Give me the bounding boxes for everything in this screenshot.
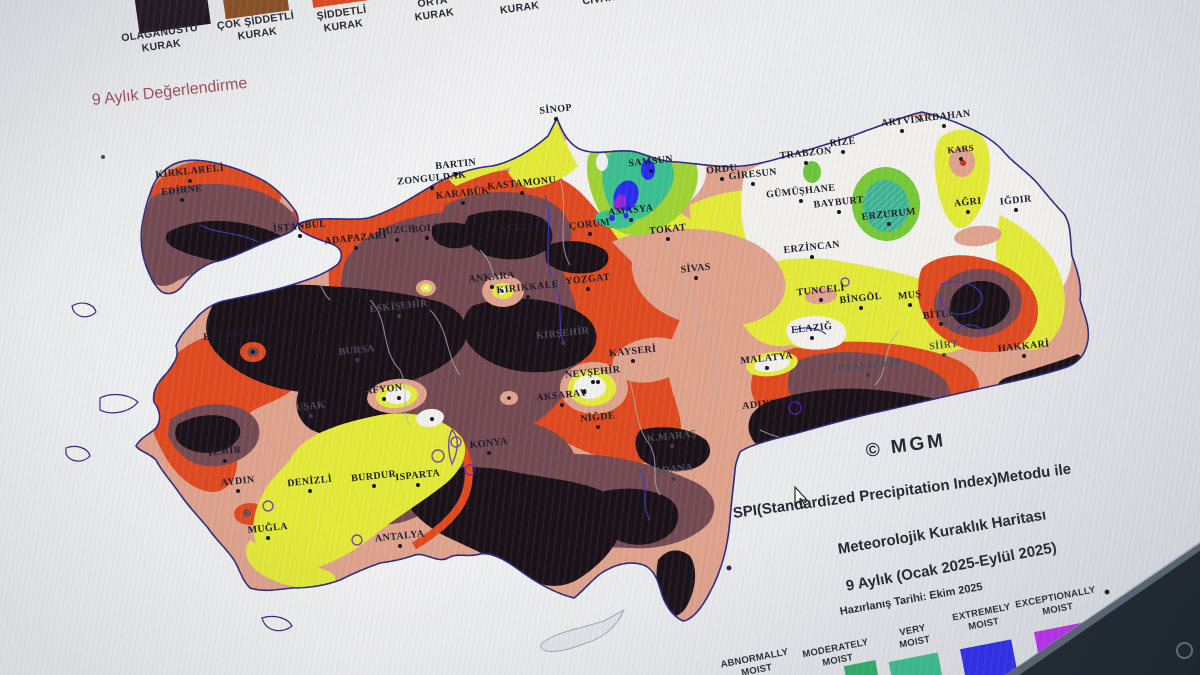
legend-label: KURAK bbox=[499, 0, 540, 17]
city-dot bbox=[308, 489, 312, 493]
city-dot bbox=[561, 341, 565, 345]
city-dot bbox=[425, 236, 429, 240]
city-dot bbox=[1022, 354, 1026, 358]
city-dot bbox=[966, 210, 970, 214]
city-dot bbox=[959, 157, 963, 161]
city-dot bbox=[188, 179, 192, 183]
city-dot bbox=[520, 191, 524, 195]
city-dot bbox=[560, 403, 564, 407]
city-dot bbox=[490, 285, 494, 289]
city-dot bbox=[397, 314, 401, 318]
city-dot bbox=[514, 236, 518, 240]
city-dot bbox=[554, 117, 558, 121]
city-dot bbox=[799, 199, 803, 203]
city-dot bbox=[810, 255, 814, 259]
city-dot bbox=[939, 322, 943, 326]
stray-dot bbox=[1105, 590, 1110, 595]
city-dot bbox=[526, 295, 530, 299]
city-dot bbox=[942, 353, 946, 357]
city-dot bbox=[900, 129, 904, 133]
city-dot bbox=[236, 489, 240, 493]
city-dot bbox=[454, 172, 458, 176]
city-dot bbox=[804, 161, 808, 165]
city-dot bbox=[720, 177, 724, 181]
city-dot bbox=[395, 238, 399, 242]
city-dot bbox=[694, 276, 698, 280]
city-dot bbox=[751, 182, 755, 186]
city-dot bbox=[398, 544, 402, 548]
city-dot bbox=[266, 536, 270, 540]
city-dot bbox=[887, 222, 891, 226]
city-dot bbox=[231, 342, 235, 346]
city-dot bbox=[859, 306, 863, 310]
city-dot bbox=[309, 414, 313, 418]
city-dot bbox=[430, 186, 434, 190]
legend-label: CİVARI bbox=[581, 0, 619, 8]
city-dot bbox=[908, 303, 912, 307]
city-dot bbox=[841, 150, 845, 154]
city-dot bbox=[672, 477, 676, 481]
city-dot bbox=[629, 218, 633, 222]
city-dot bbox=[1014, 208, 1018, 212]
city-dot bbox=[372, 484, 376, 488]
legend-dry-categories: OLAĞANÜSTÜKURAKÇOK ŞİDDETLİKURAKŞİDDETLİ… bbox=[120, 0, 619, 55]
city-dot bbox=[866, 373, 870, 377]
city-label: SİNOP bbox=[539, 101, 573, 116]
city-dot bbox=[942, 124, 946, 128]
city-dot bbox=[770, 411, 774, 415]
turkey-drought-map: KIRKLARELİEDİRNEİSTANBULADAPAZARIDÜZCEBO… bbox=[0, 0, 1200, 675]
browser-page: 9 Aylık Değerlendirme bbox=[0, 0, 1200, 675]
city-dot bbox=[487, 451, 491, 455]
city-dot bbox=[223, 459, 227, 463]
city-dot bbox=[354, 246, 358, 250]
city-dot bbox=[588, 232, 592, 236]
city-dot bbox=[461, 201, 465, 205]
city-dot bbox=[355, 358, 359, 362]
city-dot bbox=[819, 298, 823, 302]
city-dot bbox=[180, 198, 184, 202]
city-dot bbox=[631, 359, 635, 363]
monitor-logo-icon bbox=[1176, 642, 1193, 659]
city-dot bbox=[837, 210, 841, 214]
city-dot bbox=[666, 237, 670, 241]
city-dot bbox=[765, 366, 769, 370]
screen-photo: 9 Aylık Değerlendirme bbox=[0, 0, 1200, 675]
city-dot bbox=[810, 336, 814, 340]
legend-swatch bbox=[889, 653, 944, 675]
stray-dot bbox=[101, 155, 105, 159]
city-dot bbox=[591, 380, 595, 384]
legend-swatch bbox=[960, 639, 1018, 675]
city-dot bbox=[416, 483, 420, 487]
city-dot bbox=[649, 169, 653, 173]
city-dot bbox=[382, 397, 386, 401]
cyprus-outline bbox=[541, 610, 624, 652]
city-dot bbox=[586, 287, 590, 291]
city-dot bbox=[596, 425, 600, 429]
city-dot bbox=[670, 444, 674, 448]
city-dot bbox=[298, 234, 302, 238]
